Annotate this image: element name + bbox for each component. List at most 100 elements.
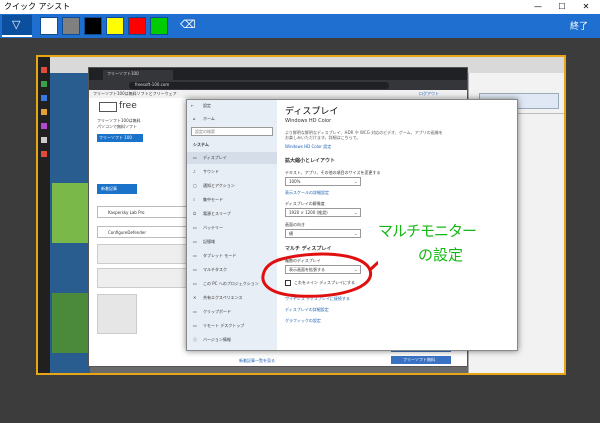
remote-desktop-view[interactable]: フリーソフト100 freesoft-100.com フリーソフト100は無料ソ…: [36, 55, 566, 375]
new-info-header: 新着記事: [97, 184, 137, 194]
settings-app-title: 設定: [203, 103, 211, 108]
color-swatch-gray[interactable]: [62, 17, 80, 35]
nav-item-icon: ♪: [193, 169, 196, 174]
nav-item-label: リモート デスクトップ: [203, 323, 245, 328]
advanced-display-link[interactable]: ディスプレイの詳細設定: [285, 307, 329, 312]
color-swatch-red[interactable]: [128, 17, 146, 35]
settings-nav-item[interactable]: ▭ 記憶域: [187, 236, 277, 248]
nav-item-icon: ▭: [193, 253, 197, 258]
settings-search-input[interactable]: 設定の検索: [191, 127, 273, 136]
nav-home[interactable]: ホーム: [203, 116, 215, 121]
nav-item-label: 電源とスリープ: [203, 211, 231, 216]
annotation-line-1: マルチモニター: [378, 222, 477, 240]
settings-nav-item[interactable]: ▭ クリップボード: [187, 306, 277, 318]
eraser-icon[interactable]: ⌫: [180, 18, 196, 31]
settings-nav-item[interactable]: ▭ リモート デスクトップ: [187, 320, 277, 332]
nav-section-title: システム: [193, 142, 209, 147]
back-arrow-icon[interactable]: ←: [191, 103, 194, 108]
nav-item-label: 共有エクスペリエンス: [203, 295, 243, 300]
nav-item-label: クリップボード: [203, 309, 231, 314]
new-list-link[interactable]: 新着記事一覧を見る: [239, 358, 275, 363]
resolution-label: ディスプレイの解像度: [285, 201, 325, 206]
done-button[interactable]: 終了: [570, 19, 588, 32]
app-icon[interactable]: [41, 109, 47, 115]
app-icon[interactable]: [41, 67, 47, 73]
red-ink-ellipse: [261, 252, 378, 298]
logout-link[interactable]: ログアウト: [419, 91, 439, 96]
settings-nav: ← 設定 ⌂ ホーム 設定の検索 システム ▭ ディスプレイ ♪ サウンド ▢ 通知とアク…: [187, 100, 277, 350]
settings-nav-item[interactable]: ⏻ 電源とスリープ: [187, 208, 277, 220]
nav-item-icon: ☾: [193, 197, 197, 202]
nav-item-icon: ⓘ: [193, 337, 197, 342]
color-swatch-yellow[interactable]: [106, 17, 124, 35]
related-item[interactable]: [97, 244, 187, 264]
maximize-button[interactable]: ☐: [552, 0, 572, 14]
site-button[interactable]: フリーソフト 100: [97, 134, 143, 142]
site-name[interactable]: free: [119, 101, 137, 111]
browser-address-bar: freesoft-100.com: [89, 80, 467, 90]
close-button[interactable]: ✕: [576, 0, 596, 14]
app-icon[interactable]: [41, 151, 47, 157]
settings-nav-item[interactable]: ☾ 集中モード: [187, 194, 277, 206]
minimize-button[interactable]: —: [528, 0, 548, 14]
site-topbar: フリーソフト100は無料ソフトとフリーウェア ログアウト: [89, 90, 467, 98]
color-swatch-white[interactable]: [40, 17, 58, 35]
nav-item-icon: ▭: [193, 281, 197, 286]
settings-nav-item[interactable]: ⓘ バージョン情報: [187, 334, 277, 346]
settings-nav-item[interactable]: ▢ 通知とアクション: [187, 180, 277, 192]
site-desc-1: フリーソフト100は無料: [97, 118, 141, 123]
nav-item-icon: ✕: [193, 295, 197, 300]
nav-item-label: マルチタスク: [203, 267, 227, 272]
nav-item-icon: ▭: [193, 225, 197, 230]
nav-item-icon: ▭: [193, 267, 197, 272]
annotation-toolbar: ▽ ⌫ 終了: [0, 14, 600, 38]
app-icon[interactable]: [41, 123, 47, 129]
color-swatch-green[interactable]: [150, 17, 168, 35]
app-icon[interactable]: [41, 81, 47, 87]
chevron-down-icon: ⌄: [354, 231, 358, 236]
taskbar: [38, 57, 50, 373]
settings-nav-item[interactable]: ▭ ディスプレイ: [187, 152, 277, 164]
nav-item-icon: ▭: [193, 155, 197, 160]
page-title: ディスプレイ: [285, 107, 339, 117]
nav-item-label: 集中モード: [203, 197, 223, 202]
hd-heading: Windows HD Color: [285, 118, 332, 124]
nav-item-icon: ⏻: [193, 211, 197, 216]
scale-label: テキスト、アプリ、その他の項目のサイズを変更する: [285, 170, 381, 175]
nav-item-icon: ▭: [193, 323, 197, 328]
app-icon[interactable]: [41, 95, 47, 101]
hd-desc-2: お楽しみいただけます。詳細はこちらで。: [285, 135, 361, 140]
site-tagline: フリーソフト100は無料ソフトとフリーウェア: [93, 91, 177, 96]
nav-item-label: この PC へのプロジェクション: [203, 281, 259, 286]
annotation-line-2: の設定: [418, 246, 464, 264]
resolution-dropdown[interactable]: 1920 × 1200 (推奨) ⌄: [285, 208, 361, 217]
address-text[interactable]: freesoft-100.com: [135, 82, 169, 87]
orientation-dropdown[interactable]: 横 ⌄: [285, 229, 361, 238]
browser-tab-title[interactable]: フリーソフト100: [107, 71, 139, 76]
related-item[interactable]: ConfigureDefender: [97, 226, 187, 238]
hd-settings-link[interactable]: Windows HD Color 設定: [285, 144, 331, 149]
app-icon[interactable]: [41, 137, 47, 143]
chevron-down-icon: ⌄: [354, 210, 358, 215]
scale-advanced-link[interactable]: 表示スケールの詳細設定: [285, 190, 329, 195]
related-item[interactable]: Kaspersky Lab Pro: [97, 206, 187, 218]
scale-dropdown[interactable]: 100% ⌄: [285, 177, 361, 186]
nav-item-label: サウンド: [203, 169, 219, 174]
color-swatch-black[interactable]: [84, 17, 102, 35]
side-button-2[interactable]: フリーソフト無料: [391, 356, 451, 364]
nav-item-label: バージョン情報: [203, 337, 231, 342]
nav-item-label: ディスプレイ: [203, 155, 227, 160]
site-desc-2: パソコンで無料ソフト: [97, 124, 137, 129]
browser-tab-strip: フリーソフト100: [89, 68, 467, 80]
title-bar: クイック アシスト — ☐ ✕: [0, 0, 600, 14]
graphics-settings-link[interactable]: グラフィックの設定: [285, 318, 321, 323]
chevron-down-icon: ⌄: [354, 179, 358, 184]
nav-item-label: 記憶域: [203, 239, 215, 244]
window-title: クイック アシスト: [4, 2, 71, 11]
nav-item-label: 通知とアクション: [203, 183, 235, 188]
nav-item-icon: ▭: [193, 309, 197, 314]
settings-nav-item[interactable]: ♪ サウンド: [187, 166, 277, 178]
related-item[interactable]: [97, 268, 187, 288]
pen-tool-button[interactable]: ▽: [2, 15, 32, 37]
settings-nav-item[interactable]: ▭ バッテリー: [187, 222, 277, 234]
